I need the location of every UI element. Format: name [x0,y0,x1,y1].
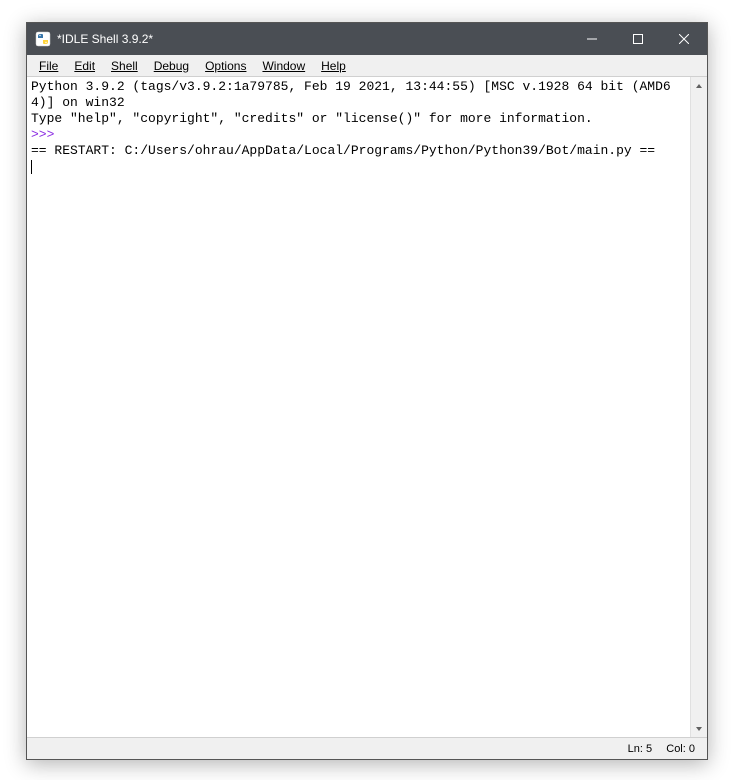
statusbar: Ln: 5 Col: 0 [27,737,707,759]
text-cursor [31,160,32,174]
idle-shell-window: *IDLE Shell 3.9.2* File Edit Shell Debug… [26,22,708,760]
status-line-value: 5 [646,743,652,755]
shell-area: Python 3.9.2 (tags/v3.9.2:1a79785, Feb 1… [27,77,707,737]
menu-options[interactable]: Options [197,57,254,75]
shell-version-line: Python 3.9.2 (tags/v3.9.2:1a79785, Feb 1… [31,79,671,110]
menubar: File Edit Shell Debug Options Window Hel… [27,55,707,77]
minimize-button[interactable] [569,23,615,55]
python-app-icon [35,31,51,47]
menu-shell[interactable]: Shell [103,57,146,75]
status-col-value: 0 [689,743,695,755]
close-button[interactable] [661,23,707,55]
scroll-up-button[interactable] [691,77,707,94]
menu-debug[interactable]: Debug [146,57,197,75]
menu-help[interactable]: Help [313,57,354,75]
menu-edit[interactable]: Edit [66,57,103,75]
scroll-down-button[interactable] [691,720,707,737]
window-title: *IDLE Shell 3.9.2* [57,32,569,46]
titlebar: *IDLE Shell 3.9.2* [27,23,707,55]
shell-text-area[interactable]: Python 3.9.2 (tags/v3.9.2:1a79785, Feb 1… [27,77,690,737]
window-controls [569,23,707,55]
menu-file[interactable]: File [31,57,66,75]
scroll-track[interactable] [691,94,707,720]
shell-help-line: Type "help", "copyright", "credits" or "… [31,111,593,126]
menu-window[interactable]: Window [254,57,313,75]
shell-restart-line: == RESTART: C:/Users/ohrau/AppData/Local… [31,143,655,158]
maximize-button[interactable] [615,23,661,55]
status-col-label: Col: [666,743,686,755]
shell-prompt: >>> [31,127,62,142]
status-line-label: Ln: [628,743,643,755]
vertical-scrollbar[interactable] [690,77,707,737]
